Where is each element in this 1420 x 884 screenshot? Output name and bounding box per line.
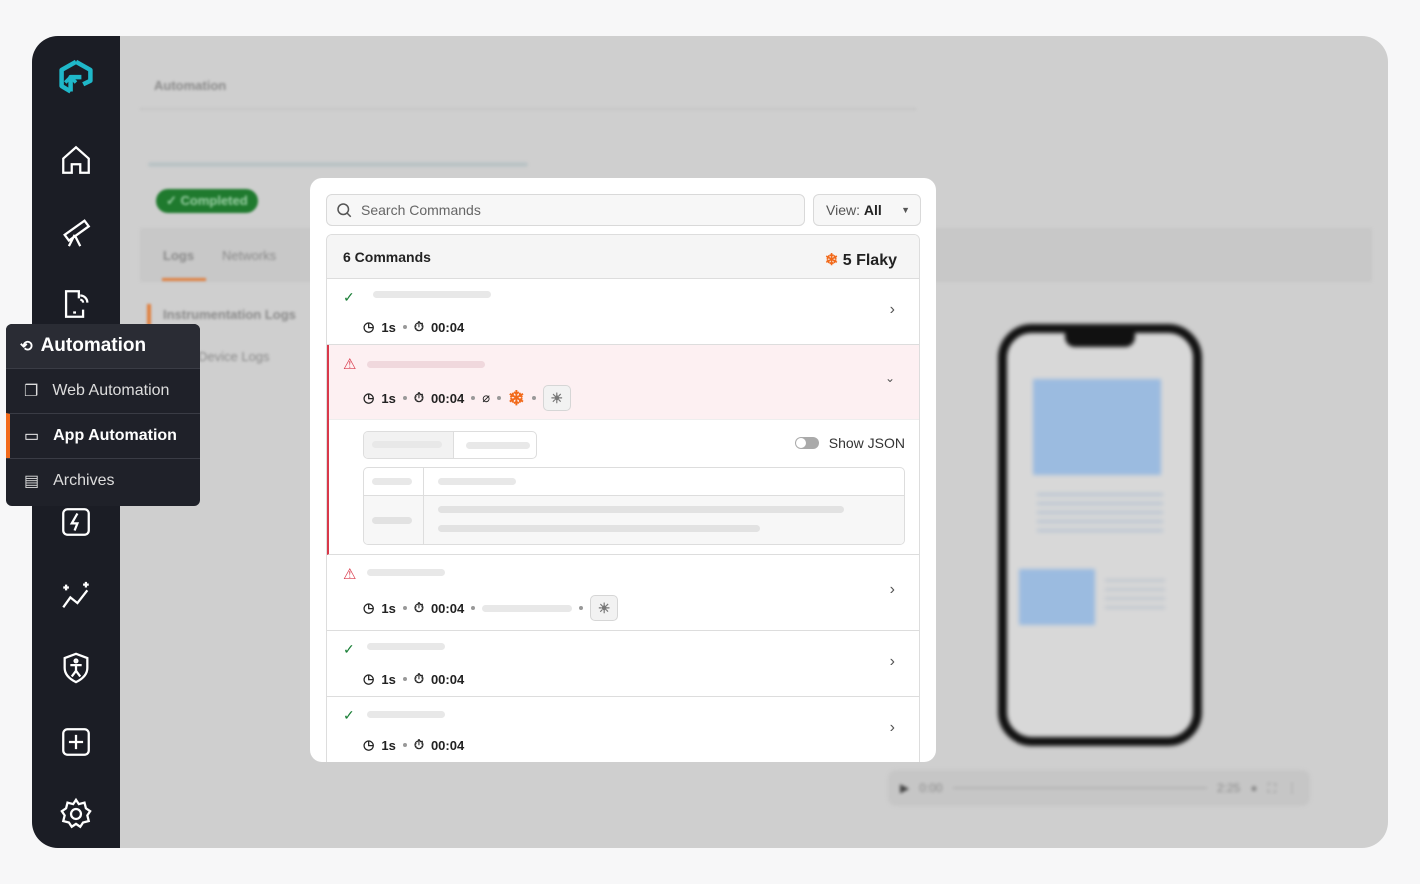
- flyout-title[interactable]: ⟲ Automation: [6, 324, 200, 368]
- chevron-right-icon[interactable]: ›: [890, 301, 895, 319]
- plus-square-icon[interactable]: [58, 724, 94, 760]
- page-title: Automation: [154, 78, 227, 93]
- check-icon: ✓: [343, 641, 355, 657]
- bug-icon[interactable]: ☀: [542, 385, 571, 411]
- show-json-toggle[interactable]: Show JSON: [794, 435, 905, 451]
- check-icon: ✓: [343, 289, 355, 305]
- check-icon: ✓: [343, 707, 355, 723]
- log-section[interactable]: Device Logs: [198, 349, 270, 364]
- menu-item-archives[interactable]: ▤ Archives: [6, 458, 200, 503]
- play-icon[interactable]: ▶: [900, 781, 909, 795]
- stopwatch-icon: ⏱: [413, 390, 424, 405]
- search-icon: [337, 203, 352, 218]
- stopwatch-icon: ⏱: [413, 737, 424, 752]
- device-preview: [998, 324, 1202, 746]
- automation-icon: ⟲: [20, 338, 33, 355]
- tab-logs[interactable]: Logs: [163, 248, 194, 263]
- menu-item-app-automation[interactable]: ▭ App Automation: [6, 413, 200, 458]
- flaky-snowflake-icon: ❄: [824, 251, 839, 269]
- menu-item-web-automation[interactable]: ❐ Web Automation: [6, 368, 200, 413]
- command-list: 6 Commands ❄ 5 Flaky ✓ ◷ 1s ⏱ 00:04 › ⚠ ◷ 1s…: [326, 234, 920, 762]
- warning-icon: ⚠: [343, 356, 357, 373]
- detail-tabs[interactable]: [363, 431, 537, 459]
- detail-table: [363, 467, 905, 545]
- chevron-right-icon[interactable]: ›: [890, 653, 895, 671]
- chevron-right-icon[interactable]: ›: [890, 581, 895, 599]
- commands-panel: Search Commands View: All ▼ 6 Commands ❄…: [310, 178, 936, 762]
- sparkle-graph-icon[interactable]: [58, 578, 94, 614]
- video-player[interactable]: ▶ 0:00 2:25 ● ⛶ ⋮: [888, 770, 1310, 806]
- app-window-icon: ▭: [24, 428, 40, 445]
- view-filter-dropdown[interactable]: View: All ▼: [813, 194, 921, 226]
- archive-icon: ▤: [24, 473, 40, 490]
- clock-icon: ◷: [363, 390, 375, 405]
- stopwatch-icon: ⏱: [413, 671, 424, 686]
- clock-icon: ◷: [363, 671, 375, 686]
- chevron-down-icon[interactable]: ⌄: [885, 371, 895, 385]
- device-signal-icon[interactable]: [58, 286, 94, 322]
- command-row[interactable]: ✓ ◷ 1s ⏱ 00:04 ›: [327, 631, 919, 697]
- search-input[interactable]: Search Commands: [326, 194, 805, 226]
- stopwatch-icon: ⏱: [413, 600, 424, 615]
- status-badge: ✓ Completed: [156, 189, 258, 213]
- fullscreen-icon[interactable]: ⛶: [1268, 781, 1276, 796]
- gear-icon[interactable]: [58, 796, 94, 832]
- bolt-icon[interactable]: [58, 504, 94, 540]
- command-row[interactable]: ⚠ ◷ 1s ⏱ 00:04 ☀ ›: [327, 555, 919, 631]
- volume-icon[interactable]: ●: [1250, 781, 1257, 795]
- warning-icon: ⚠: [343, 566, 357, 583]
- command-row[interactable]: ✓ ◷ 1s ⏱ 00:04 ›: [327, 697, 919, 762]
- bug-icon[interactable]: ☀: [590, 595, 619, 621]
- clock-icon: ◷: [363, 737, 375, 752]
- windows-icon: ❐: [24, 383, 39, 400]
- more-icon[interactable]: ⋮: [1286, 781, 1298, 795]
- clock-icon: ◷: [363, 600, 375, 615]
- chevron-right-icon[interactable]: ›: [890, 719, 895, 737]
- tab-networks[interactable]: Networks: [222, 248, 276, 263]
- log-section[interactable]: Instrumentation Logs: [163, 307, 296, 322]
- telescope-icon[interactable]: [58, 214, 94, 250]
- list-header: 6 Commands ❄ 5 Flaky: [327, 235, 919, 279]
- command-row[interactable]: ✓ ◷ 1s ⏱ 00:04 ›: [327, 279, 919, 345]
- logo-icon[interactable]: [58, 59, 94, 96]
- bandage-icon: ⌀: [482, 390, 491, 405]
- home-icon[interactable]: [58, 142, 94, 178]
- automation-flyout-menu: ⟲ Automation ❐ Web Automation ▭ App Automat…: [6, 324, 200, 506]
- accessibility-shield-icon[interactable]: [58, 650, 94, 686]
- stopwatch-icon: ⏱: [413, 319, 424, 334]
- clock-icon: ◷: [363, 319, 375, 334]
- command-row-expanded[interactable]: ⚠ ◷ 1s ⏱ 00:04 ⌀ ❄ ☀ ⌄ Show JSON: [327, 345, 919, 555]
- flaky-snowflake-icon: ❄: [508, 387, 525, 410]
- caret-down-icon: ▼: [901, 205, 910, 215]
